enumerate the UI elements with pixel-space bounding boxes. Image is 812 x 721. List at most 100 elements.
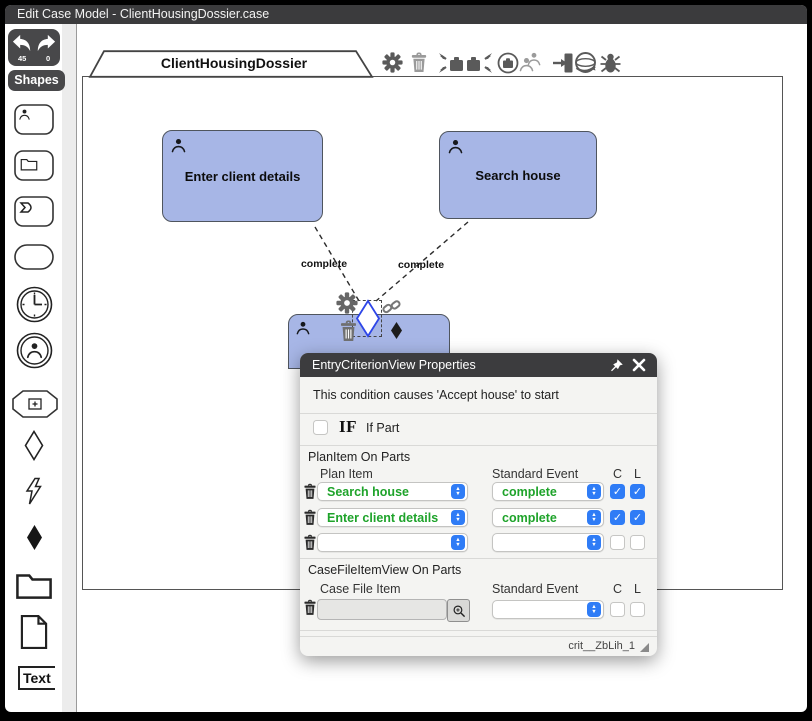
- l-checkbox[interactable]: [630, 510, 645, 525]
- palette-user-event[interactable]: [16, 332, 53, 374]
- row-delete-trash-icon[interactable]: [303, 483, 317, 500]
- c-checkbox[interactable]: [610, 510, 625, 525]
- palette-case-task[interactable]: [14, 150, 54, 186]
- palette-text-annotation[interactable]: Text: [18, 666, 55, 690]
- standard-event-select[interactable]: complete ▲▼: [492, 482, 604, 501]
- participants-icon[interactable]: [518, 51, 542, 73]
- magnifier-icon: [452, 604, 466, 618]
- row-delete-trash-icon[interactable]: [303, 599, 317, 616]
- c-checkbox[interactable]: [610, 602, 625, 617]
- select-stepper-icon: ▲▼: [451, 484, 465, 499]
- if-keyword: IF: [339, 417, 357, 437]
- criterion-properties-gear-icon[interactable]: [336, 292, 358, 314]
- select-stepper-icon: ▲▼: [451, 510, 465, 525]
- standard-event-select[interactable]: complete ▲▼: [492, 508, 604, 527]
- casefileitem-section-title: CaseFileItemView On Parts: [308, 563, 461, 577]
- settings-icon[interactable]: [382, 52, 403, 73]
- shapes-panel-label: Shapes: [14, 73, 58, 87]
- sidebar-gutter: [62, 24, 77, 712]
- criterion-delete-trash-icon[interactable]: [339, 320, 358, 342]
- lightning-icon: [24, 477, 44, 506]
- palette-milestone[interactable]: [12, 390, 58, 423]
- shapes-panel-tab[interactable]: Shapes: [8, 70, 65, 91]
- export-icon[interactable]: [466, 52, 493, 74]
- import-icon[interactable]: [438, 52, 464, 74]
- if-part-checkbox[interactable]: [313, 420, 328, 435]
- plan-item-header: Plan Item: [320, 467, 373, 481]
- case-tab-label[interactable]: ClientHousingDossier: [88, 55, 380, 71]
- case-file-item-search-button[interactable]: [447, 599, 470, 622]
- row-delete-trash-icon[interactable]: [303, 534, 317, 551]
- package-icon[interactable]: [497, 52, 519, 74]
- palette-entry-criterion[interactable]: [24, 430, 44, 466]
- dialog-title: EntryCriterionView Properties: [312, 353, 476, 377]
- dialog-header[interactable]: EntryCriterionView Properties: [300, 353, 657, 377]
- c-header: C: [610, 582, 625, 596]
- select-value: complete: [502, 511, 557, 525]
- standard-event-header: Standard Event: [492, 467, 578, 481]
- c-header: C: [610, 467, 625, 481]
- close-icon[interactable]: [632, 358, 646, 372]
- plan-item-select[interactable]: Enter client details ▲▼: [317, 508, 468, 527]
- c-checkbox[interactable]: [610, 535, 625, 550]
- folder-icon: [20, 157, 38, 171]
- debug-icon[interactable]: [599, 52, 622, 74]
- delete-icon[interactable]: [410, 52, 428, 73]
- text-tool-label: Text: [23, 670, 51, 686]
- select-stepper-icon: ▲▼: [451, 535, 465, 550]
- resize-grip[interactable]: [639, 642, 650, 653]
- case-file-item-input[interactable]: [317, 599, 447, 620]
- row-delete-trash-icon[interactable]: [303, 509, 317, 526]
- palette-exit-criterion[interactable]: [26, 524, 43, 556]
- pin-icon[interactable]: [609, 358, 624, 373]
- standard-event-header: Standard Event: [492, 582, 578, 596]
- select-value: Enter client details: [327, 511, 438, 525]
- person-icon: [295, 320, 311, 336]
- plan-item-select[interactable]: ▲▼: [317, 533, 468, 552]
- select-stepper-icon: ▲▼: [587, 602, 601, 617]
- l-header: L: [630, 467, 645, 481]
- onpart-label-left: complete: [298, 258, 350, 270]
- task-search-house[interactable]: Search house: [439, 131, 597, 219]
- undo-icon[interactable]: [11, 33, 33, 53]
- select-value: complete: [502, 485, 557, 499]
- palette-process-task[interactable]: [14, 196, 54, 232]
- onpart-label-right: complete: [395, 259, 447, 271]
- folder-icon: [15, 570, 53, 600]
- person-icon: [18, 108, 31, 121]
- task-label: Enter client details: [163, 169, 322, 184]
- palette-stage[interactable]: [14, 244, 54, 275]
- c-checkbox[interactable]: [610, 484, 625, 499]
- window-titlebar: Edit Case Model - ClientHousingDossier.c…: [5, 5, 807, 24]
- palette-case-file-folder[interactable]: [15, 570, 53, 605]
- criterion-connect-link-icon[interactable]: [382, 297, 401, 316]
- standard-event-select[interactable]: ▲▼: [492, 533, 604, 552]
- palette-event-listener[interactable]: [24, 477, 44, 511]
- select-stepper-icon: ▲▼: [587, 484, 601, 499]
- person-icon: [25, 341, 44, 360]
- l-checkbox[interactable]: [630, 484, 645, 499]
- task-enter-client-details[interactable]: Enter client details: [162, 130, 323, 222]
- app-window: Edit Case Model - ClientHousingDossier.c…: [0, 0, 812, 721]
- l-checkbox[interactable]: [630, 535, 645, 550]
- palette-timer-event[interactable]: [16, 286, 53, 328]
- redo-icon[interactable]: [35, 33, 57, 53]
- history-buttons: 45 0: [8, 29, 60, 66]
- if-part-label: If Part: [366, 421, 399, 435]
- deploy-icon[interactable]: [552, 52, 574, 74]
- redo-count: 0: [46, 54, 50, 63]
- palette-case-file-document[interactable]: [20, 614, 48, 655]
- select-stepper-icon: ▲▼: [587, 535, 601, 550]
- entry-criterion-diamond[interactable]: [355, 299, 381, 338]
- palette-human-task[interactable]: [14, 104, 54, 140]
- plan-item-select[interactable]: Search house ▲▼: [317, 482, 468, 501]
- standard-event-select[interactable]: ▲▼: [492, 600, 604, 619]
- exit-criterion-handle-icon[interactable]: [390, 321, 403, 340]
- clock-icon: [16, 286, 53, 323]
- dialog-description: This condition causes 'Accept house' to …: [313, 388, 559, 402]
- l-checkbox[interactable]: [630, 602, 645, 617]
- window-title: Edit Case Model - ClientHousingDossier.c…: [17, 7, 269, 21]
- select-stepper-icon: ▲▼: [587, 510, 601, 525]
- criterion-id-label: crit__ZbLih_1: [568, 640, 635, 652]
- publish-icon[interactable]: [574, 51, 597, 74]
